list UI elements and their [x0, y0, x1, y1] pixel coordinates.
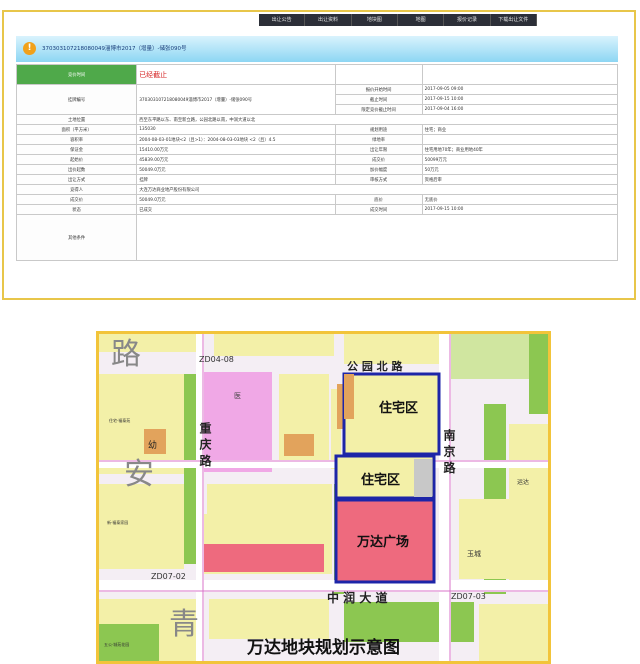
row-label: 底价 [334, 194, 423, 205]
row-label: 容积率 [15, 134, 138, 145]
row-label: 成交时间 [334, 204, 423, 215]
row-label: 加价幅度 [334, 164, 423, 175]
row-value: 资格后审 [421, 174, 619, 185]
row-value: 住宅；商业 [421, 124, 619, 135]
row-label: 出让方式 [15, 174, 138, 185]
status-value: 已经截止 [136, 64, 336, 85]
row-value: 2017-09-15 10:00 [421, 204, 619, 215]
plot-code-2: ZD07-02 [151, 572, 186, 581]
label-yucheng: 玉城 [467, 550, 481, 558]
row-label: 成交价 [15, 194, 138, 205]
map-title: 万达地块规划示意图 [247, 638, 400, 658]
road-label-gongyuan: 公 园 北 路 [347, 359, 403, 373]
row-value [136, 214, 618, 261]
row-label: 截止时间 [334, 94, 423, 105]
row-label: 绿地率 [334, 134, 423, 145]
row-label: 面积（平方米） [15, 124, 138, 135]
row-label: 竞得人 [15, 184, 138, 195]
row-label: 起始价 [15, 154, 138, 165]
row-label: 其他条件 [15, 214, 138, 261]
row-label: 成交价 [334, 154, 423, 165]
row-label: 保证金 [15, 144, 138, 155]
warning-icon: ! [23, 42, 36, 55]
planning-map-frame: 住宅区 住宅区 万达广场 公 园 北 路 中 润 大 道 南 京 路 重 庆 路… [96, 331, 551, 664]
label-hospital: 医 [234, 392, 241, 400]
road-label-zhongrun: 中 润 大 道 [327, 590, 388, 605]
row-value: 15410.00万元 [136, 144, 336, 155]
listing-title: 370303107218080049淄博市2017（增量）-储张090号 [42, 46, 187, 52]
row-value: 370303107218080049淄博市2017（增量）-储张090号 [136, 84, 336, 115]
listing-title-bar: ! 370303107218080049淄博市2017（增量）-储张090号 [16, 36, 618, 62]
road-label-lu-big: 路 [111, 337, 141, 372]
row-value: 50049.0万元 [136, 194, 336, 205]
row-value: 135030 [136, 124, 336, 135]
row-value: 45839.00万元 [136, 154, 336, 165]
status-label: 竞价时间 [15, 64, 138, 85]
label-block-a: 住宅·福泰苑 [109, 417, 130, 423]
row-label: 挂牌编号 [15, 84, 138, 115]
row-label: 状态 [15, 204, 138, 215]
row-label: 审核方式 [334, 174, 423, 185]
row-value: 50万元 [421, 164, 619, 175]
row-label: 规划用途 [334, 124, 423, 135]
planning-map: 住宅区 住宅区 万达广场 公 园 北 路 中 润 大 道 南 京 路 重 庆 路… [99, 334, 548, 661]
road-label-nanjing: 南 京 路 [442, 428, 456, 474]
nav-item-announcement[interactable]: 出让公告 [259, 14, 306, 26]
row-label: 出让年限 [334, 144, 423, 155]
label-block-d: 运达 [517, 478, 529, 486]
top-navigation: 出让公告 出让资料 地块图 地图 报价记录 下载出让文件 [259, 14, 537, 26]
plot-code-3: ZD07-03 [451, 592, 486, 601]
nav-item-map[interactable]: 地图 [398, 14, 445, 26]
row-label: 出价起数 [15, 164, 138, 175]
road-label-chongqing: 重 庆 路 [198, 421, 212, 467]
label-kindergarten: 幼 [148, 439, 157, 451]
row-value: 2017-09-05 09:00 [421, 84, 619, 95]
listing-info-table: 竞价时间 已经截止 挂牌编号 370303107218080049淄博市2017… [15, 64, 619, 261]
row-value: 西至东平路以东、南至新立路，公园北路以南，中润大道以北 [136, 114, 618, 125]
row-value: 已成交 [136, 204, 336, 215]
road-label-an-big: 安 [124, 457, 154, 492]
nav-item-download-files[interactable]: 下载出让文件 [491, 14, 537, 26]
plot-code-1: ZD04-08 [199, 355, 234, 364]
listing-panel: 出让公告 出让资料 地块图 地图 报价记录 下载出让文件 ! 370303107… [2, 10, 636, 300]
nav-item-bid-records[interactable]: 报价记录 [444, 14, 491, 26]
label-residential-2: 住宅区 [361, 472, 400, 488]
row-value [421, 134, 619, 145]
row-label: 报价开始时间 [334, 84, 423, 95]
label-block-b: 新·福泰家园 [107, 519, 128, 525]
row-value: 50049.0万元 [136, 164, 336, 175]
nav-item-plot-map[interactable]: 地块图 [352, 14, 398, 26]
row-label: 限定竞价截止时间 [334, 104, 423, 115]
label-commercial: 万达广场 [356, 534, 409, 550]
row-value: 无底价 [421, 194, 619, 205]
row-value: 2017-09-04 16:00 [421, 104, 619, 115]
row-value: 大连万达商业地产股份有限公司 [136, 184, 618, 195]
row-value: 2004-08-03-01地块<2（且>1）：2004-08-03-03地块 <… [136, 134, 336, 145]
row-value: 50099万元 [421, 154, 619, 165]
row-label: 土地位置 [15, 114, 138, 125]
row-value: 住宅用地70年；商业用地40年 [421, 144, 619, 155]
row-value: 挂牌 [136, 174, 336, 185]
nav-item-materials[interactable]: 出让资料 [305, 14, 352, 26]
row-value: 2017-09-15 10:00 [421, 94, 619, 105]
label-residential-1: 住宅区 [379, 400, 418, 416]
